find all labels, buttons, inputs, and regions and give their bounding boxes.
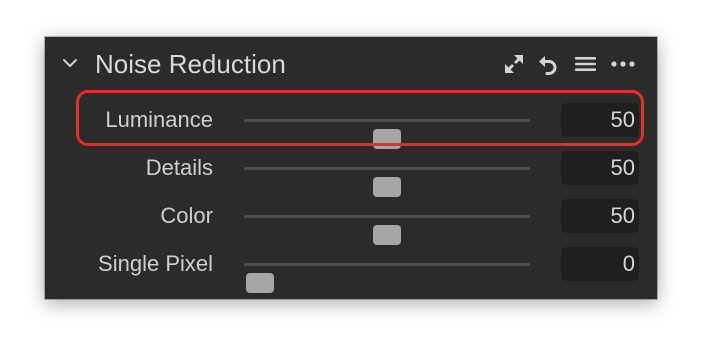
value-field[interactable]: 0 <box>561 247 639 281</box>
more-options-icon[interactable] <box>610 53 636 75</box>
value-field[interactable]: 50 <box>561 151 639 185</box>
slider-track[interactable] <box>244 119 530 149</box>
slider-row-color: Color 50 <box>45 196 657 245</box>
slider-value: 50 <box>610 107 635 132</box>
slider-track[interactable] <box>244 215 530 245</box>
slider-label: Details <box>145 155 213 180</box>
chevron-down-icon[interactable] <box>61 54 79 72</box>
panel-title: Noise Reduction <box>95 49 286 79</box>
slider-label: Single Pixel <box>98 251 213 276</box>
slider-thumb[interactable] <box>373 177 401 197</box>
slider-track[interactable] <box>244 167 530 197</box>
slider-label: Color <box>160 203 213 228</box>
slider-row-details: Details 50 <box>45 148 657 197</box>
noise-reduction-panel: Noise Reduction Luminance 50 Details 50 … <box>45 37 657 299</box>
slider-row-single-pixel: Single Pixel 0 <box>45 244 657 293</box>
slider-track[interactable] <box>244 263 530 293</box>
slider-value: 0 <box>622 251 635 276</box>
value-field[interactable]: 50 <box>561 103 639 137</box>
panel-header[interactable]: Noise Reduction <box>45 37 657 91</box>
slider-thumb[interactable] <box>373 225 401 245</box>
slider-thumb[interactable] <box>246 273 274 293</box>
slider-row-luminance: Luminance 50 <box>45 100 657 149</box>
slider-thumb[interactable] <box>373 129 401 149</box>
value-field[interactable]: 50 <box>561 199 639 233</box>
slider-value: 50 <box>610 155 635 180</box>
slider-value: 50 <box>610 203 635 228</box>
expand-icon[interactable] <box>503 53 525 75</box>
reset-icon[interactable] <box>537 53 559 75</box>
presets-menu-icon[interactable] <box>574 53 596 75</box>
slider-label: Luminance <box>105 107 213 132</box>
